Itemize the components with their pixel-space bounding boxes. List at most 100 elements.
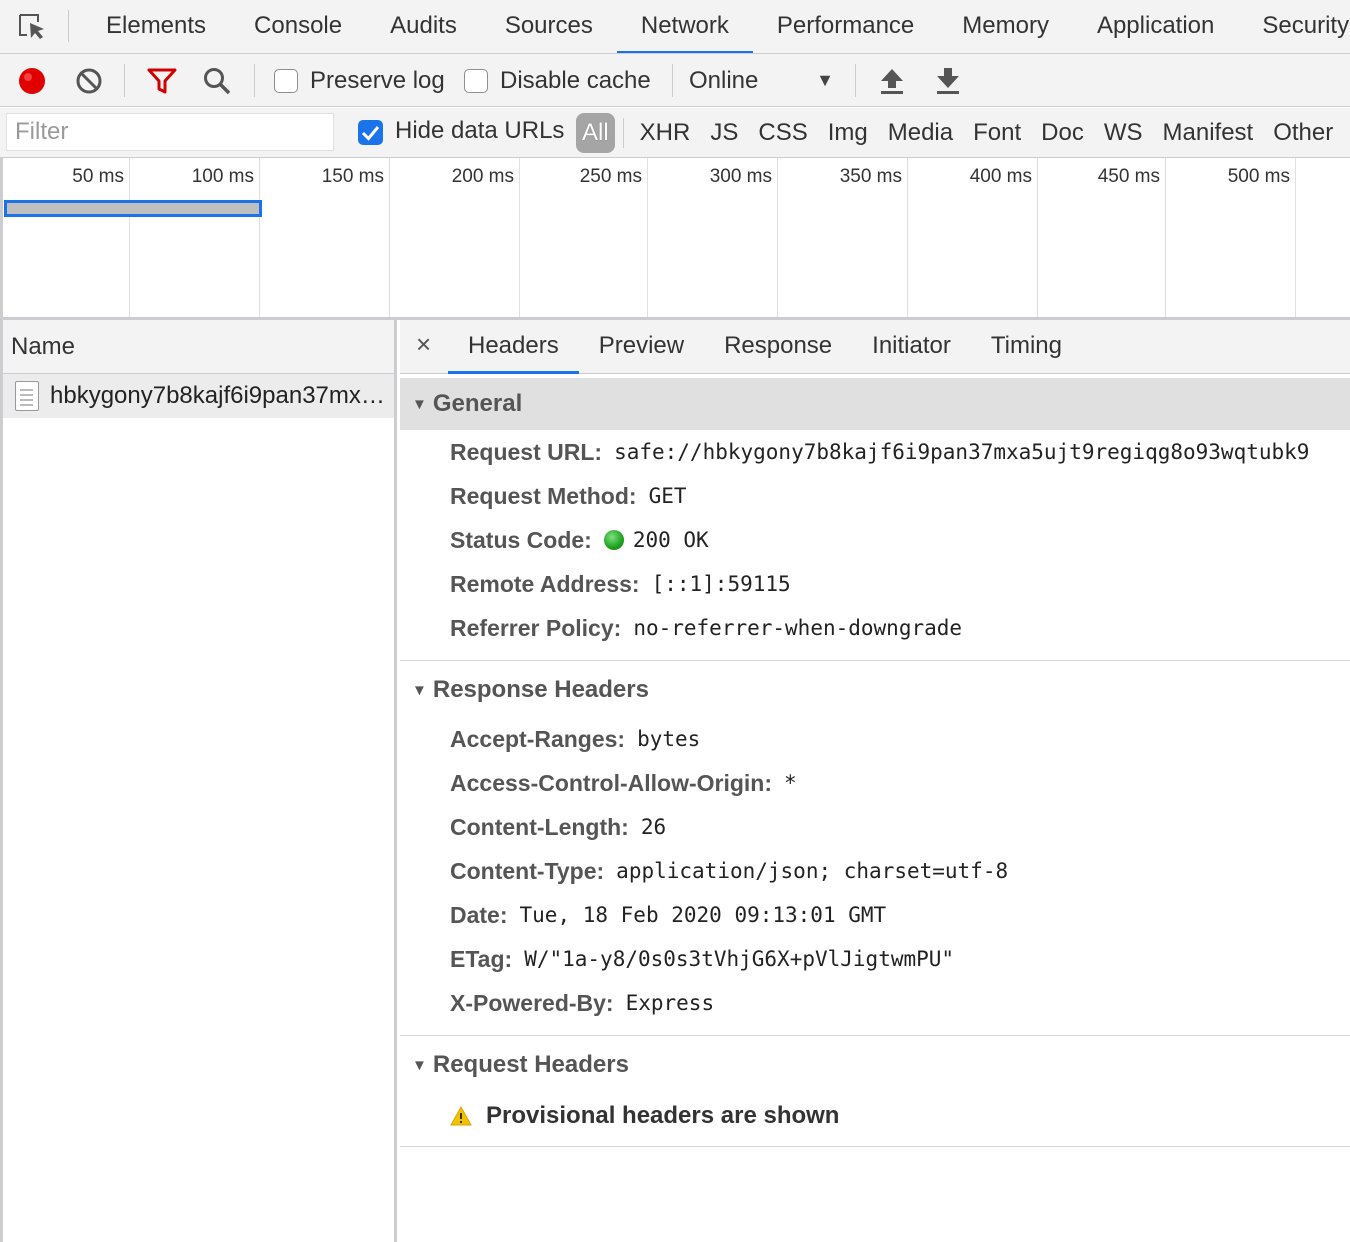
- grid-line: [777, 158, 778, 317]
- header-name: Access-Control-Allow-Origin:: [450, 769, 773, 796]
- response-header-row: Content-Length: 26: [400, 805, 1350, 849]
- tab-separator: [68, 10, 69, 42]
- tab-memory[interactable]: Memory: [938, 0, 1073, 53]
- header-name: ETag:: [450, 945, 513, 972]
- request-method-value: GET: [648, 484, 687, 508]
- network-overview[interactable]: 50 ms 100 ms 150 ms 200 ms 250 ms 300 ms…: [0, 158, 1350, 320]
- response-header-row: Accept-Ranges: bytes: [400, 717, 1350, 761]
- document-icon: [15, 381, 39, 411]
- header-value: 26: [640, 815, 667, 839]
- tick-label: 100 ms: [191, 166, 254, 187]
- search-button[interactable]: [202, 54, 232, 107]
- inspect-element-icon[interactable]: [17, 12, 49, 42]
- header-value: *: [784, 771, 797, 795]
- record-button[interactable]: [17, 54, 47, 107]
- grid-line: [1165, 158, 1166, 317]
- disable-cache-checkbox[interactable]: [464, 68, 488, 93]
- tab-response[interactable]: Response: [704, 320, 852, 374]
- type-filter-manifest[interactable]: Manifest: [1153, 113, 1264, 153]
- type-filter-ws[interactable]: WS: [1094, 113, 1153, 153]
- type-filter-js[interactable]: JS: [700, 113, 748, 153]
- close-icon[interactable]: ×: [416, 329, 431, 360]
- tick-label: 350 ms: [839, 166, 902, 187]
- general-section-toggle[interactable]: ▼ General: [400, 378, 1350, 430]
- clear-icon: [76, 68, 102, 93]
- toolbar-separator: [254, 64, 255, 97]
- tab-console[interactable]: Console: [230, 0, 366, 53]
- hide-data-urls-checkbox[interactable]: [358, 120, 383, 145]
- filter-toggle-button[interactable]: [146, 54, 178, 107]
- request-headers-section-toggle[interactable]: ▼ Request Headers: [400, 1038, 1350, 1092]
- throttling-select[interactable]: Online ▼: [689, 54, 834, 107]
- tick-label: 250 ms: [579, 166, 642, 187]
- type-filter-img[interactable]: Img: [818, 113, 878, 153]
- preserve-log-checkbox[interactable]: [274, 68, 298, 93]
- search-icon: [204, 67, 231, 94]
- filter-input[interactable]: [6, 113, 334, 151]
- header-name: Content-Length:: [450, 813, 629, 840]
- export-har-button[interactable]: [934, 54, 962, 107]
- grid-line: [1037, 158, 1038, 317]
- tab-timing[interactable]: Timing: [971, 320, 1082, 374]
- tab-security[interactable]: Security: [1238, 0, 1350, 53]
- remote-address-row: Remote Address: [::1]:59115: [400, 562, 1350, 606]
- grid-line: [259, 158, 260, 317]
- disable-cache-toggle[interactable]: Disable cache: [464, 54, 651, 107]
- toolbar-separator: [855, 64, 856, 97]
- request-method-row: Request Method: GET: [400, 474, 1350, 518]
- download-icon: [937, 67, 959, 94]
- response-headers-section-toggle[interactable]: ▼ Response Headers: [400, 663, 1350, 717]
- request-name: hbkygony7b8kajf6i9pan37mxa5ujt9regiqg8o9…: [50, 382, 390, 409]
- throttling-value: Online: [689, 66, 759, 94]
- header-name: Date:: [450, 901, 508, 928]
- network-toolbar: Preserve log Disable cache Online ▼: [0, 54, 1350, 107]
- type-filter-doc[interactable]: Doc: [1031, 113, 1094, 153]
- overview-selection-bar[interactable]: [4, 200, 262, 217]
- tab-application[interactable]: Application: [1073, 0, 1238, 53]
- header-name: Accept-Ranges:: [450, 725, 626, 752]
- tab-initiator[interactable]: Initiator: [852, 320, 971, 374]
- type-filter-css[interactable]: CSS: [748, 113, 817, 153]
- status-code-value: 200 OK: [632, 528, 709, 552]
- tick-label: 150 ms: [321, 166, 384, 187]
- type-separator: [622, 118, 624, 148]
- section-divider: [400, 660, 1350, 661]
- grid-line: [647, 158, 648, 317]
- referrer-policy-value: no-referrer-when-downgrade: [633, 616, 963, 640]
- tab-elements[interactable]: Elements: [82, 0, 230, 53]
- general-section-title: General: [432, 390, 523, 417]
- type-filter-media[interactable]: Media: [878, 113, 963, 153]
- type-filter-font[interactable]: Font: [963, 113, 1031, 153]
- response-header-row: X-Powered-By: Express: [400, 981, 1350, 1025]
- tab-headers[interactable]: Headers: [448, 320, 579, 374]
- request-url-value: safe://hbkygony7b8kajf6i9pan37mxa5ujt9re…: [614, 440, 1310, 464]
- tab-preview[interactable]: Preview: [579, 320, 704, 374]
- response-headers-title: Response Headers: [432, 676, 649, 703]
- request-row[interactable]: hbkygony7b8kajf6i9pan37mxa5ujt9regiqg8o9…: [3, 374, 394, 418]
- upload-icon: [881, 68, 903, 94]
- checkmark-icon: [361, 126, 380, 141]
- chevron-down-icon: ▼: [816, 70, 834, 90]
- tab-audits[interactable]: Audits: [366, 0, 481, 53]
- response-header-row: Content-Type: application/json; charset=…: [400, 849, 1350, 893]
- import-har-button[interactable]: [878, 54, 906, 107]
- toolbar-separator: [672, 64, 673, 97]
- section-divider: [400, 1035, 1350, 1036]
- clear-button[interactable]: [74, 54, 104, 107]
- toolbar-separator: [124, 64, 125, 97]
- type-filter-xhr[interactable]: XHR: [630, 113, 701, 153]
- tab-network[interactable]: Network: [616, 0, 753, 53]
- name-column-header[interactable]: Name: [3, 320, 394, 374]
- filter-bar: Hide data URLs All XHR JS CSS Img Media …: [0, 108, 1350, 158]
- preserve-log-toggle[interactable]: Preserve log: [274, 54, 445, 107]
- tab-performance[interactable]: Performance: [753, 0, 938, 53]
- tick-label: 200 ms: [451, 166, 514, 187]
- grid-line: [907, 158, 908, 317]
- tab-sources[interactable]: Sources: [481, 0, 617, 53]
- remote-address-value: [::1]:59115: [651, 572, 791, 596]
- status-ok-icon: [603, 530, 624, 550]
- header-value: application/json; charset=utf-8: [616, 859, 1009, 883]
- type-filter-other[interactable]: Other: [1263, 113, 1343, 153]
- triangle-down-icon: ▼: [412, 681, 427, 699]
- type-filter-all[interactable]: All: [576, 113, 615, 153]
